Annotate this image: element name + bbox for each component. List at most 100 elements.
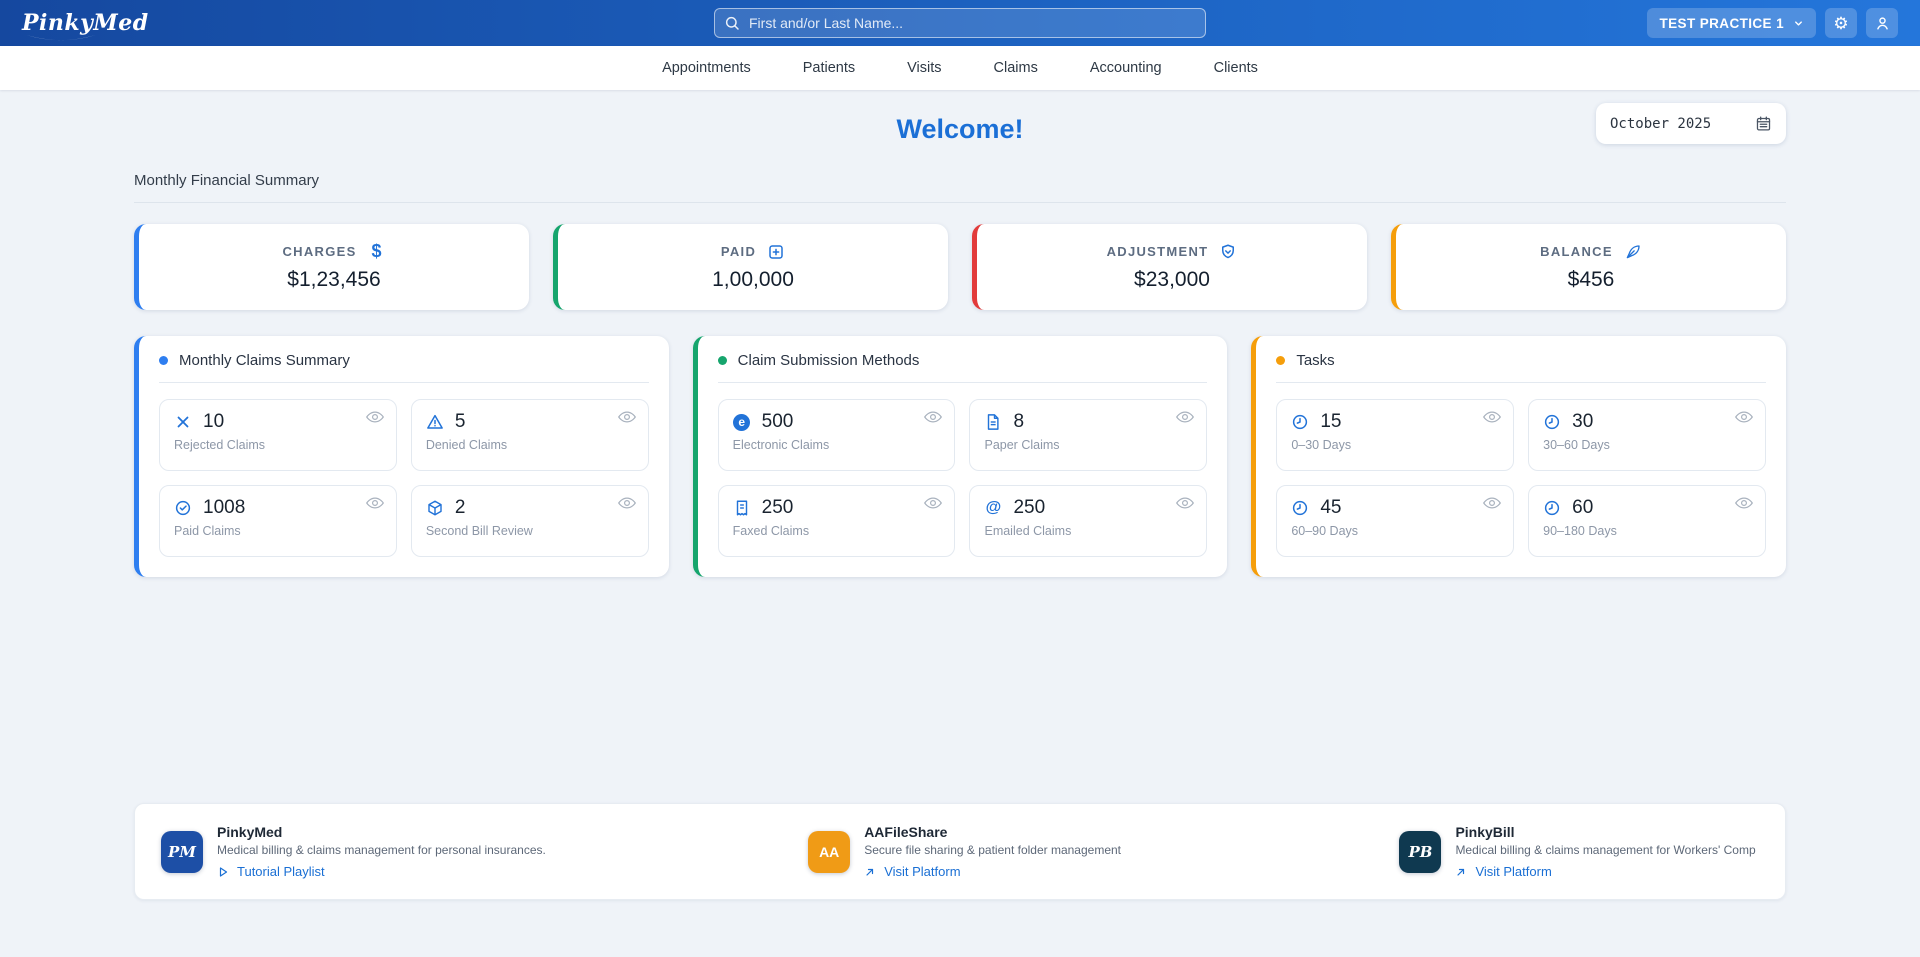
search-icon	[724, 15, 740, 31]
panel-dot	[718, 356, 727, 365]
nav-claims[interactable]: Claims	[994, 60, 1038, 76]
clock-icon	[1291, 413, 1309, 431]
tile-value: 2	[455, 497, 466, 519]
nav-appointments[interactable]: Appointments	[662, 60, 751, 76]
panel-tiles: 15 0–30 Days 30 30–60 Days	[1276, 399, 1766, 557]
app-logo[interactable]: PinkyMed	[22, 12, 149, 34]
tile-paper-claims[interactable]: 8 Paper Claims	[969, 399, 1207, 471]
tile-60-90-days[interactable]: 45 60–90 Days	[1276, 485, 1514, 557]
eye-icon[interactable]	[1176, 410, 1194, 424]
stat-card-paid[interactable]: PAID 1,00,000	[553, 224, 948, 310]
tile-value: 15	[1320, 411, 1341, 433]
nav-visits[interactable]: Visits	[907, 60, 941, 76]
logo-swoosh	[24, 33, 98, 43]
footer-app-info: PinkyBill Medical billing & claims manag…	[1455, 824, 1755, 879]
app-header: PinkyMed TEST PRACTICE 1 ⚙	[0, 0, 1920, 46]
e-circle-icon: e	[733, 413, 751, 431]
stat-value: 1,00,000	[712, 268, 794, 292]
panel-monthly-claims-summary: Monthly Claims Summary 10 Rejected Claim…	[134, 336, 669, 577]
footer-app-link-label: Tutorial Playlist	[237, 864, 325, 879]
practice-selector[interactable]: TEST PRACTICE 1	[1647, 8, 1816, 38]
stat-card-adjustment[interactable]: ADJUSTMENT $23,000	[972, 224, 1367, 310]
search-input[interactable]	[714, 8, 1206, 38]
aafileshare-logo: AA	[808, 831, 850, 873]
panel-tiles: 10 Rejected Claims 5 Denied Claims	[159, 399, 649, 557]
tile-top: 2	[426, 497, 634, 519]
stat-card-charges[interactable]: CHARGES $ $1,23,456	[134, 224, 529, 310]
stat-card-header: PAID	[721, 243, 785, 261]
nav-patients[interactable]: Patients	[803, 60, 855, 76]
tile-label: Paid Claims	[174, 524, 382, 538]
tile-0-30-days[interactable]: 15 0–30 Days	[1276, 399, 1514, 471]
tile-value: 45	[1320, 497, 1341, 519]
tile-value: 5	[455, 411, 466, 433]
eye-icon[interactable]	[1176, 496, 1194, 510]
tile-second-bill-review[interactable]: 2 Second Bill Review	[411, 485, 649, 557]
pinkybill-logo: PB	[1399, 831, 1441, 873]
tile-value: 30	[1572, 411, 1593, 433]
tile-top: 45	[1291, 497, 1499, 519]
tile-top: 1008	[174, 497, 382, 519]
tutorial-playlist-link[interactable]: Tutorial Playlist	[217, 864, 546, 879]
footer-app-description: Medical billing & claims management for …	[1455, 843, 1755, 857]
x-icon	[174, 413, 192, 431]
section-divider	[134, 202, 1786, 203]
external-link-icon	[864, 866, 876, 878]
tile-denied-claims[interactable]: 5 Denied Claims	[411, 399, 649, 471]
play-icon	[217, 866, 229, 878]
tile-emailed-claims[interactable]: @ 250 Emailed Claims	[969, 485, 1207, 557]
panel-title: Tasks	[1296, 352, 1334, 369]
tile-top: 30	[1543, 411, 1751, 433]
footer-app-name: PinkyBill	[1455, 824, 1755, 840]
clock-icon	[1543, 499, 1561, 517]
panel-tasks: Tasks 15 0–30 Days	[1251, 336, 1786, 577]
visit-platform-link-pinkybill[interactable]: Visit Platform	[1455, 864, 1755, 879]
visit-platform-link-aafileshare[interactable]: Visit Platform	[864, 864, 1121, 879]
stat-value: $1,23,456	[287, 268, 380, 292]
tile-electronic-claims[interactable]: e 500 Electronic Claims	[718, 399, 956, 471]
gear-icon: ⚙	[1833, 15, 1848, 32]
tile-top: @ 250	[984, 497, 1192, 519]
tile-paid-claims[interactable]: 1008 Paid Claims	[159, 485, 397, 557]
tile-label: Electronic Claims	[733, 438, 941, 452]
settings-button[interactable]: ⚙	[1825, 8, 1857, 38]
eye-icon[interactable]	[1483, 496, 1501, 510]
tile-top: 10	[174, 411, 382, 433]
calendar-icon	[1755, 115, 1772, 132]
shield-check-icon	[1219, 243, 1237, 261]
panel-dot	[1276, 356, 1285, 365]
stat-label: BALANCE	[1540, 244, 1613, 259]
eye-icon[interactable]	[924, 410, 942, 424]
tile-top: 250	[733, 497, 941, 519]
eye-icon[interactable]	[1735, 410, 1753, 424]
eye-icon[interactable]	[366, 410, 384, 424]
tile-90-180-days[interactable]: 60 90–180 Days	[1528, 485, 1766, 557]
tile-30-60-days[interactable]: 30 30–60 Days	[1528, 399, 1766, 471]
fax-icon	[733, 499, 751, 517]
month-picker-value: October 2025	[1610, 116, 1711, 132]
tile-label: 0–30 Days	[1291, 438, 1499, 452]
tile-value: 8	[1013, 411, 1024, 433]
eye-icon[interactable]	[1735, 496, 1753, 510]
header-actions: TEST PRACTICE 1 ⚙	[1647, 8, 1898, 38]
tile-top: e 500	[733, 411, 941, 433]
tile-rejected-claims[interactable]: 10 Rejected Claims	[159, 399, 397, 471]
stat-label: ADJUSTMENT	[1107, 244, 1209, 259]
tile-label: 90–180 Days	[1543, 524, 1751, 538]
month-picker[interactable]: October 2025	[1596, 103, 1786, 144]
nav-clients[interactable]: Clients	[1214, 60, 1258, 76]
eye-icon[interactable]	[618, 410, 636, 424]
account-button[interactable]	[1866, 8, 1898, 38]
eye-icon[interactable]	[924, 496, 942, 510]
stat-card-balance[interactable]: BALANCE $456	[1391, 224, 1786, 310]
eye-icon[interactable]	[1483, 410, 1501, 424]
eye-icon[interactable]	[366, 496, 384, 510]
tile-label: Emailed Claims	[984, 524, 1192, 538]
tile-label: Paper Claims	[984, 438, 1192, 452]
check-circle-icon	[174, 499, 192, 517]
tile-faxed-claims[interactable]: 250 Faxed Claims	[718, 485, 956, 557]
nav-accounting[interactable]: Accounting	[1090, 60, 1162, 76]
tile-label: Faxed Claims	[733, 524, 941, 538]
eye-icon[interactable]	[618, 496, 636, 510]
welcome-row: Welcome! October 2025	[134, 100, 1786, 158]
